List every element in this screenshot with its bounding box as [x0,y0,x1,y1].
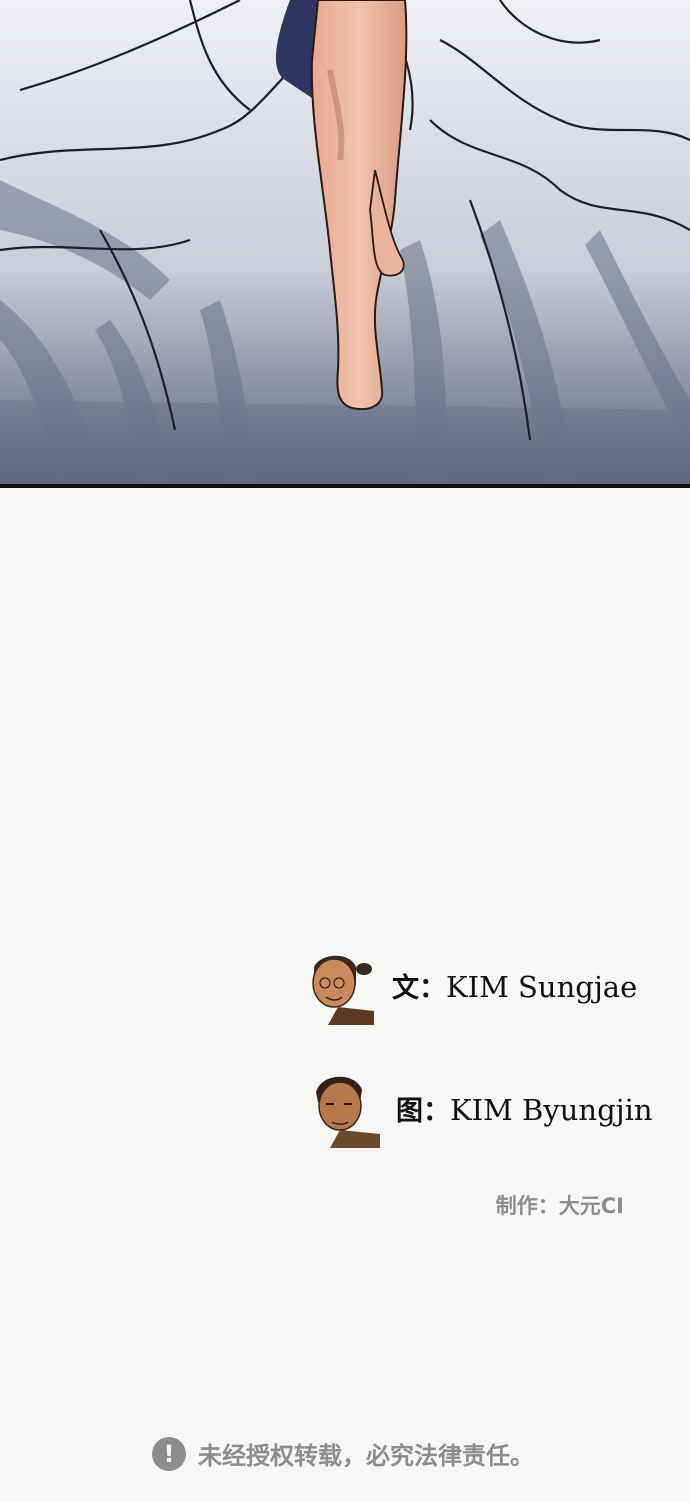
exclamation-icon: ! [152,1436,186,1471]
writer-credit-text: 文：KIM Sungjae [392,966,637,1005]
artist-credit: 图：KIM Byungjin [302,1068,653,1148]
writer-name: KIM Sungjae [446,969,638,1004]
panel-border [0,484,690,488]
artist-credit-text: 图：KIM Byungjin [396,1089,653,1128]
writer-credit: 文：KIM Sungjae [298,945,637,1025]
comic-panel [0,0,690,488]
artist-portrait [316,1076,380,1148]
writer-label: 文： [392,972,446,1004]
production-credit: 制作：大元CI [495,1194,624,1218]
bedsheet-illustration [0,0,690,488]
artist-label: 图： [396,1095,450,1127]
copyright-notice: ! 未经授权转载，必究法律责任。 [152,1436,534,1471]
copyright-notice-text: 未经授权转载，必究法律责任。 [198,1442,534,1470]
writer-portrait [312,955,374,1025]
artist-name: KIM Byungjin [450,1092,653,1127]
